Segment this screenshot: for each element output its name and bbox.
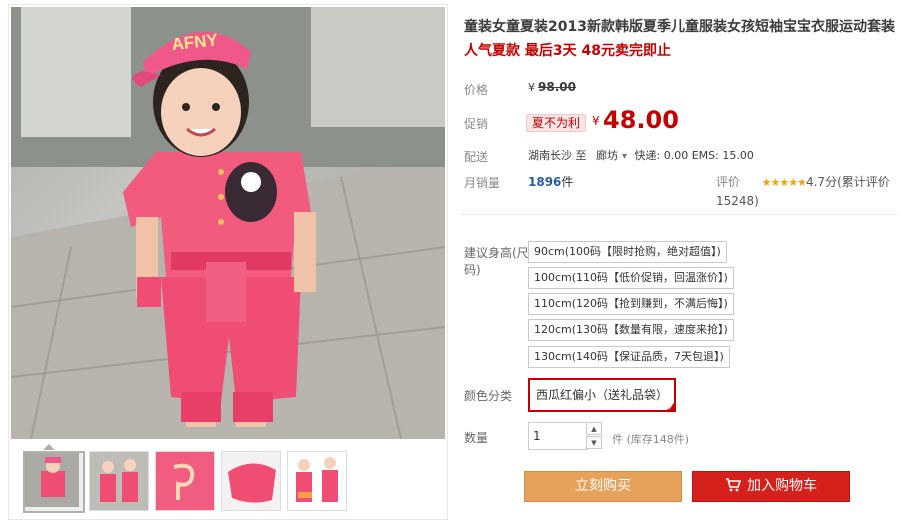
product-gallery: AFNY <box>8 4 448 520</box>
shipping-from: 湖南长沙 <box>528 149 572 162</box>
thumbnail-active-indicator <box>43 444 55 450</box>
original-price-currency: ¥ <box>528 81 535 94</box>
thumbnail-4[interactable] <box>221 451 281 511</box>
sales-count: 1896 <box>528 175 562 189</box>
thumbnail-strip <box>11 444 445 517</box>
girl-in-pink-outfit-illustration: AFNY <box>11 7 445 439</box>
add-to-cart-label: 加入购物车 <box>747 478 817 494</box>
promo-badge: 夏不为利 <box>526 114 587 132</box>
original-price-value: 98.00 <box>538 80 576 94</box>
shipping-label: 配送 <box>464 150 489 164</box>
promo-price-value: 48.00 <box>603 106 679 134</box>
size-option-130[interactable]: 130cm(140码【保证品质，7天包退】) <box>528 346 730 368</box>
product-title[interactable]: 童装女童夏装2013新款韩版夏季儿童服装女孩短袖宝宝衣服运动套装 <box>464 16 895 36</box>
quantity-decrease-button[interactable]: ▼ <box>586 436 602 449</box>
quantity-input[interactable] <box>528 422 588 450</box>
section-divider <box>462 214 898 215</box>
product-info-panel: 童装女童夏装2013新款韩版夏季儿童服装女孩短袖宝宝衣服运动套装 人气夏款 最后… <box>462 0 898 520</box>
thumbnail-2[interactable] <box>89 451 149 511</box>
shipping-to-word: 至 <box>575 149 587 162</box>
quantity-increase-button[interactable]: ▲ <box>586 422 602 435</box>
product-subtitle: 人气夏款 最后3天 48元卖完即止 <box>464 43 671 59</box>
rating-block[interactable]: 评价 ★★★★★4.7分(累计评价15248) <box>716 173 894 210</box>
stock-info: 件 (库存148件) <box>612 433 690 446</box>
size-option-120[interactable]: 120cm(130码【数量有限，速度来抢】) <box>528 319 734 341</box>
thumbnail-5[interactable] <box>287 451 347 511</box>
price-label: 价格 <box>464 83 489 97</box>
shipping-destination: 廊坊 <box>596 149 618 162</box>
thumbnail-1[interactable] <box>23 451 85 513</box>
rating-stars-icon: ★★★★★ <box>761 176 807 189</box>
thumbnail-3[interactable] <box>155 451 215 511</box>
promo-price-currency: ¥ <box>592 114 600 128</box>
cart-icon <box>726 477 742 491</box>
sales-unit: 件 <box>561 175 574 189</box>
chevron-down-icon: ▾ <box>622 151 628 162</box>
size-option-90[interactable]: 90cm(100码【限时抢购，绝对超值】) <box>528 241 727 263</box>
shipping-info: 湖南长沙 至 廊坊 ▾ 快递: 0.00 EMS: 15.00 <box>528 147 754 163</box>
buy-now-button[interactable]: 立刻购买 <box>524 471 682 502</box>
shipping-destination-select[interactable]: 廊坊 ▾ <box>596 149 631 162</box>
height-size-label: 建议身高(尺码) <box>464 246 529 277</box>
rating-label: 评价 <box>716 175 741 189</box>
color-option-text: 西瓜红偏小（送礼品袋） <box>536 388 669 402</box>
original-price: ¥98.00 <box>528 80 576 94</box>
check-icon: ✓ <box>667 403 675 412</box>
promo-label: 促销 <box>464 117 489 131</box>
sales-label: 月销量 <box>464 176 501 190</box>
shipping-fees: 快递: 0.00 EMS: 15.00 <box>634 149 754 162</box>
rating-score: 4.7分 <box>805 175 838 189</box>
add-to-cart-button[interactable]: 加入购物车 <box>692 471 850 502</box>
main-product-photo[interactable]: AFNY <box>11 7 445 439</box>
quantity-label: 数量 <box>464 431 489 445</box>
color-option-watermelon-red[interactable]: 西瓜红偏小（送礼品袋） ✓ <box>528 378 677 412</box>
color-label: 颜色分类 <box>464 389 513 403</box>
size-option-100[interactable]: 100cm(110码【低价促销，回温涨价】) <box>528 267 734 289</box>
monthly-sales: 1896件 <box>528 173 573 190</box>
size-option-110[interactable]: 110cm(120码【抢到赚到，不满后悔】) <box>528 293 734 315</box>
